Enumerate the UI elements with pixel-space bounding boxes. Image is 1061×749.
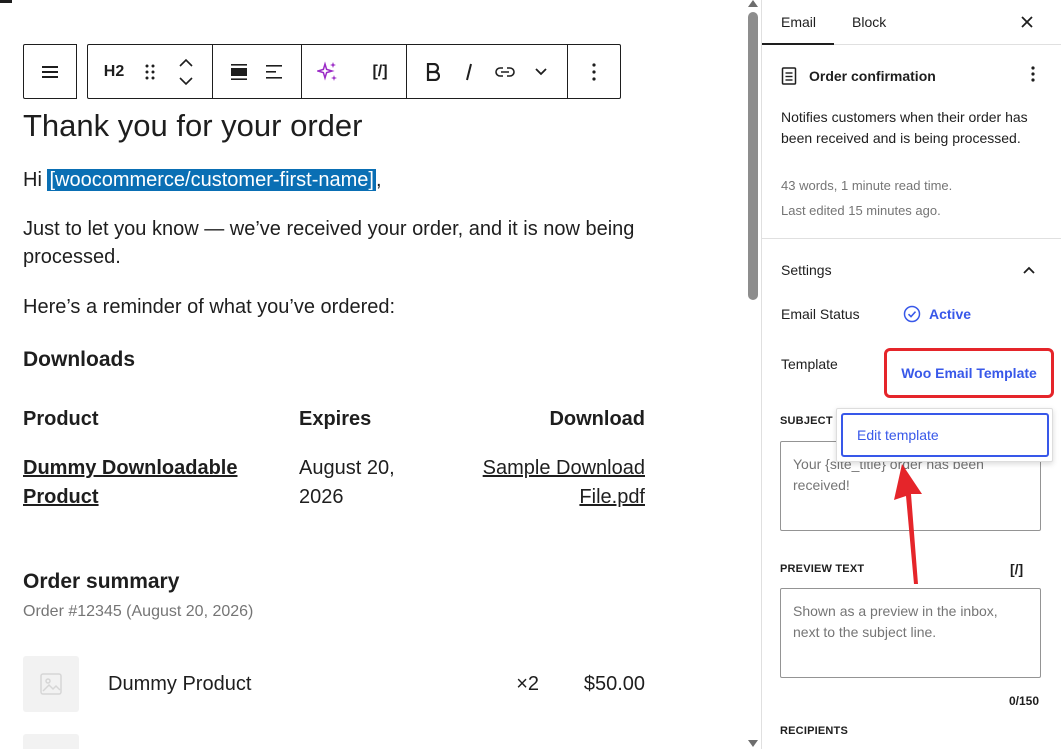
product-qty: ×2 — [516, 672, 539, 695]
chevron-up-icon — [1023, 266, 1035, 274]
email-status-value[interactable]: Active — [903, 305, 971, 323]
order-meta: Order #12345 (August 20, 2026) — [23, 603, 254, 620]
downloads-table-header: Product Expires Download — [23, 408, 645, 436]
product-price: $50.00 — [583, 672, 645, 695]
card-header: Order confirmation — [781, 65, 1042, 87]
block-toolbar: H2 [/] — [23, 44, 621, 99]
document-overview-button[interactable] — [23, 44, 77, 99]
word-count: 43 words, 1 minute read time. — [781, 178, 953, 193]
list-item: Dummy Product ×2 $50.00 — [23, 656, 645, 712]
toolbar-options-segment — [568, 45, 620, 98]
template-popover: Edit template — [836, 408, 1053, 462]
check-circle-icon — [903, 305, 921, 323]
more-format-chevron-down-icon[interactable] — [523, 54, 559, 90]
preview-shortcode-button[interactable]: [/] — [1010, 561, 1023, 577]
tab-email[interactable]: Email — [762, 0, 835, 45]
product-name: Dummy Product — [108, 672, 252, 695]
toolbar-format-segment — [407, 45, 568, 98]
block-width-icon[interactable] — [221, 54, 257, 90]
link-icon[interactable] — [487, 54, 523, 90]
card-title: Order confirmation — [809, 68, 936, 84]
drag-handle-icon[interactable] — [132, 54, 168, 90]
order-summary-heading[interactable]: Order summary — [23, 570, 179, 594]
scroll-down-icon[interactable] — [748, 740, 758, 747]
preview-char-count: 0/150 — [1008, 694, 1039, 708]
italic-icon[interactable] — [451, 54, 487, 90]
greeting-paragraph[interactable]: Hi [woocommerce/customer-first-name], — [23, 166, 382, 194]
email-summary-card: Order confirmation Notifies customers wh… — [762, 45, 1061, 239]
card-meta: 43 words, 1 minute read time. Last edite… — [781, 173, 1042, 223]
editor-canvas: H2 [/] Thank you for your order Hi [wooc… — [0, 0, 745, 749]
template-button[interactable]: Woo Email Template — [884, 348, 1054, 398]
last-edited: Last edited 15 minutes ago. — [781, 203, 941, 218]
preview-text-label: PREVIEW TEXT — [780, 563, 865, 575]
edit-template-menu-item[interactable]: Edit template — [841, 413, 1049, 457]
move-up-down-icon[interactable] — [168, 54, 204, 90]
preview-text-field[interactable]: Shown as a preview in the inbox, next to… — [780, 588, 1041, 678]
canvas-scrollbar[interactable] — [745, 0, 761, 749]
email-status-row: Email Status Active — [781, 301, 1042, 327]
download-file-link[interactable]: Sample Download File.pdf — [469, 454, 645, 512]
list-view-icon — [42, 65, 58, 78]
settings-heading: Settings — [781, 262, 832, 278]
card-description: Notifies customers when their order has … — [781, 109, 1028, 146]
bold-icon[interactable] — [415, 54, 451, 90]
toolbar-align-segment — [213, 45, 302, 98]
heading-level-button[interactable]: H2 — [96, 54, 132, 90]
ai-sparkle-icon[interactable] — [310, 54, 346, 90]
downloads-table: Product Expires Download Dummy Downloada… — [23, 408, 645, 512]
email-status-label: Email Status — [781, 306, 860, 322]
email-heading[interactable]: Thank you for your order — [23, 108, 362, 144]
close-icon[interactable] — [1013, 8, 1041, 36]
subject-label: SUBJECT — [780, 415, 833, 427]
scrollbar-thumb[interactable] — [748, 12, 758, 300]
shortcode-button[interactable]: [/] — [362, 54, 398, 90]
card-options-icon[interactable] — [1031, 66, 1035, 87]
column-header-product: Product — [23, 408, 99, 430]
settings-toggle[interactable]: Settings — [781, 239, 1042, 301]
align-text-icon[interactable] — [257, 54, 293, 90]
toolbar-main: H2 [/] — [87, 44, 621, 99]
reminder-paragraph[interactable]: Here’s a reminder of what you’ve ordered… — [23, 293, 395, 321]
column-header-download: Download — [549, 408, 645, 430]
corner-mark — [0, 0, 12, 3]
tab-block[interactable]: Block — [834, 0, 904, 44]
recipients-label: RECIPIENTS — [780, 725, 849, 737]
table-row: Dummy Downloadable Product August 20, 20… — [23, 454, 645, 512]
product-image-placeholder-icon — [23, 656, 79, 712]
customer-first-name-tag[interactable]: [woocommerce/customer-first-name] — [47, 169, 376, 191]
annotation-arrow-icon — [894, 464, 922, 584]
intro-paragraph[interactable]: Just to let you know — we’ve received yo… — [23, 215, 653, 271]
toolbar-ai-segment: [/] — [302, 45, 407, 98]
downloads-heading[interactable]: Downloads — [23, 348, 135, 372]
scroll-up-icon[interactable] — [748, 0, 758, 7]
product-image-placeholder-icon — [23, 734, 79, 749]
sidebar-tabs: Email Block — [762, 0, 1061, 45]
document-icon — [781, 67, 797, 85]
download-product-link[interactable]: Dummy Downloadable Product — [23, 454, 299, 512]
greeting-suffix: , — [375, 169, 382, 191]
block-options-icon[interactable] — [576, 54, 612, 90]
column-header-expires: Expires — [299, 408, 372, 430]
toolbar-block-segment: H2 — [88, 45, 213, 98]
greeting-prefix: Hi — [23, 169, 48, 191]
download-expires: August 20, 2026 — [299, 457, 395, 508]
